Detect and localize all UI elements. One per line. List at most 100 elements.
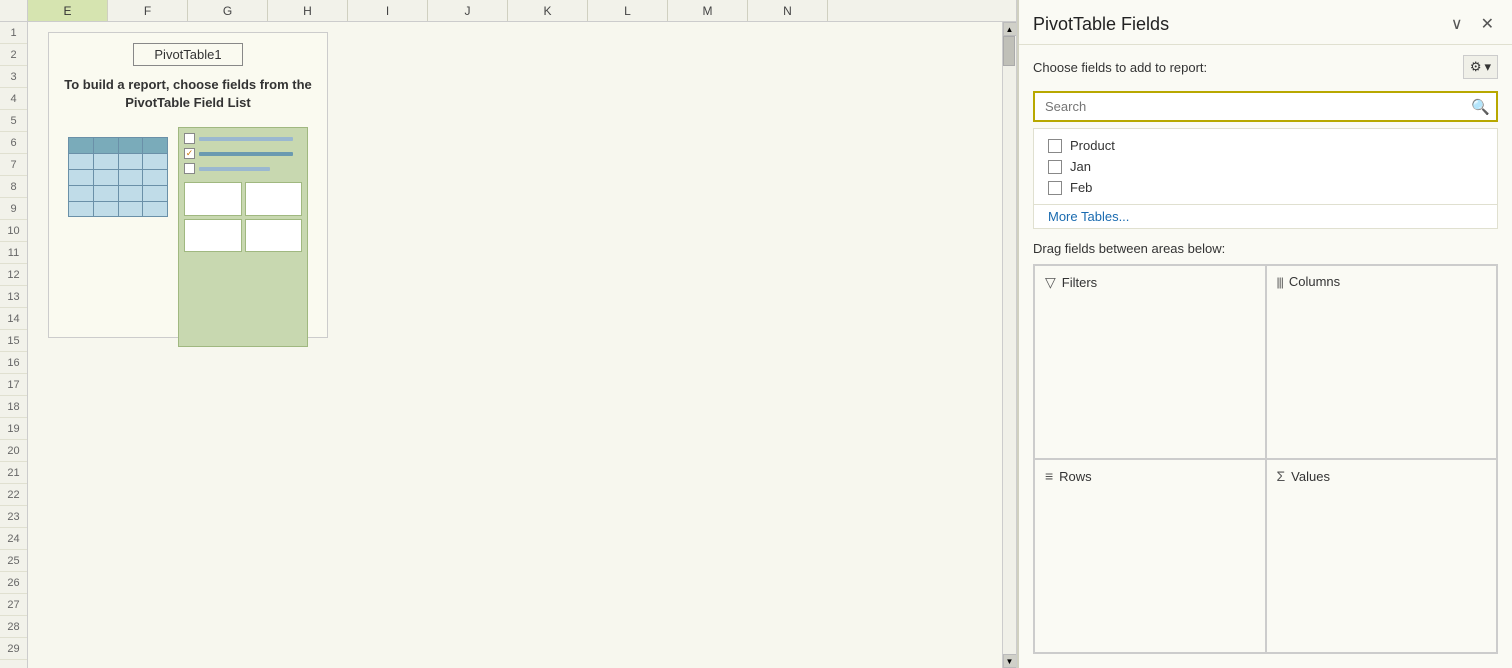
columns-icon: ||| xyxy=(1277,275,1283,289)
filters-icon: ▽ xyxy=(1045,274,1056,291)
row-num-26: 26 xyxy=(0,572,27,594)
grid-cells: PivotTable1 To build a report, choose fi… xyxy=(28,22,1002,668)
area-filters[interactable]: ▽ Filters xyxy=(1034,265,1266,459)
col-header-h[interactable]: H xyxy=(268,0,348,21)
pivot-instruction: To build a report, choose fields from th… xyxy=(59,76,317,112)
fields-list: Product Jan Feb xyxy=(1033,128,1498,205)
row-num-6: 6 xyxy=(0,132,27,154)
row-num-22: 22 xyxy=(0,484,27,506)
col-header-i[interactable]: I xyxy=(348,0,428,21)
columns-label: Columns xyxy=(1289,274,1340,289)
area-filters-header: ▽ Filters xyxy=(1045,274,1255,291)
row-num-9: 9 xyxy=(0,198,27,220)
illus-check-2: ✓ xyxy=(184,148,195,159)
search-icon-button[interactable]: 🔍 xyxy=(1471,98,1490,116)
col-header-k[interactable]: K xyxy=(508,0,588,21)
row-num-28: 28 xyxy=(0,616,27,638)
field-checkbox-feb[interactable] xyxy=(1048,181,1062,195)
gear-dropdown-icon: ▾ xyxy=(1484,59,1491,75)
field-item-product[interactable]: Product xyxy=(1048,135,1483,156)
pivot-panel-controls: ∨ ✕ xyxy=(1447,12,1498,36)
pivot-placeholder: PivotTable1 To build a report, choose fi… xyxy=(48,32,328,338)
illus-item-2: ✓ xyxy=(184,148,302,159)
area-values-header: Σ Values xyxy=(1277,468,1487,484)
grid-body: 1 2 3 4 5 6 7 8 9 10 11 12 13 14 15 16 1… xyxy=(0,22,1016,668)
area-rows[interactable]: ≡ Rows xyxy=(1034,459,1266,653)
pivot-table-title: PivotTable1 xyxy=(133,43,242,66)
grid-container: E F G H I J K L M N 1 2 3 4 5 6 7 8 9 xyxy=(0,0,1017,668)
field-checkbox-jan[interactable] xyxy=(1048,160,1062,174)
col-header-e[interactable]: E xyxy=(28,0,108,21)
col-header-n[interactable]: N xyxy=(748,0,828,21)
illus-item-3 xyxy=(184,163,302,174)
row-num-7: 7 xyxy=(0,154,27,176)
field-label-product: Product xyxy=(1070,138,1115,153)
col-header-m[interactable]: M xyxy=(668,0,748,21)
vertical-scrollbar[interactable]: ▲ ▼ xyxy=(1002,22,1016,668)
illus-check-3 xyxy=(184,163,195,174)
illus-check-1 xyxy=(184,133,195,144)
column-headers: E F G H I J K L M N xyxy=(0,0,1016,22)
row-num-15: 15 xyxy=(0,330,27,352)
close-button[interactable]: ✕ xyxy=(1477,12,1498,36)
search-box: 🔍 xyxy=(1033,91,1498,122)
row-num-25: 25 xyxy=(0,550,27,572)
row-num-10: 10 xyxy=(0,220,27,242)
gear-button[interactable]: ⚙ ▾ xyxy=(1463,55,1498,79)
row-num-16: 16 xyxy=(0,352,27,374)
values-body xyxy=(1277,488,1487,644)
rows-body xyxy=(1045,488,1255,644)
row-numbers: 1 2 3 4 5 6 7 8 9 10 11 12 13 14 15 16 1… xyxy=(0,22,28,668)
values-label: Values xyxy=(1291,469,1330,484)
area-columns[interactable]: ||| Columns xyxy=(1266,265,1498,459)
field-label-jan: Jan xyxy=(1070,159,1091,174)
row-num-20: 20 xyxy=(0,440,27,462)
subtitle-text: Choose fields to add to report: xyxy=(1033,60,1207,75)
col-header-l[interactable]: L xyxy=(588,0,668,21)
scroll-track[interactable] xyxy=(1003,36,1016,654)
row-num-29: 29 xyxy=(0,638,27,660)
field-item-jan[interactable]: Jan xyxy=(1048,156,1483,177)
collapse-button[interactable]: ∨ xyxy=(1447,12,1467,36)
col-header-f[interactable]: F xyxy=(108,0,188,21)
row-num-19: 19 xyxy=(0,418,27,440)
illus-panel: ✓ xyxy=(178,127,308,347)
search-input[interactable] xyxy=(1035,93,1496,120)
rows-label: Rows xyxy=(1059,469,1092,484)
pivot-panel-header: PivotTable Fields ∨ ✕ xyxy=(1019,0,1512,45)
illus-bottom-grid xyxy=(184,182,302,252)
pivot-panel-title: PivotTable Fields xyxy=(1033,14,1169,35)
values-icon: Σ xyxy=(1277,468,1286,484)
row-num-1: 1 xyxy=(0,22,27,44)
row-num-4: 4 xyxy=(0,88,27,110)
scroll-thumb[interactable] xyxy=(1003,36,1015,66)
pivot-panel-subtitle: Choose fields to add to report: ⚙ ▾ xyxy=(1019,45,1512,87)
area-rows-header: ≡ Rows xyxy=(1045,468,1255,484)
row-num-14: 14 xyxy=(0,308,27,330)
field-checkbox-product[interactable] xyxy=(1048,139,1062,153)
row-num-8: 8 xyxy=(0,176,27,198)
pivot-fields-panel: PivotTable Fields ∨ ✕ Choose fields to a… xyxy=(1017,0,1512,668)
scroll-up-arrow[interactable]: ▲ xyxy=(1003,22,1017,36)
rows-icon: ≡ xyxy=(1045,468,1053,484)
spreadsheet-area: E F G H I J K L M N 1 2 3 4 5 6 7 8 9 xyxy=(0,0,1512,668)
illus-table xyxy=(68,137,168,217)
pivot-illustration: ✓ xyxy=(68,127,308,327)
row-num-12: 12 xyxy=(0,264,27,286)
field-item-feb[interactable]: Feb xyxy=(1048,177,1483,198)
col-header-j[interactable]: J xyxy=(428,0,508,21)
field-label-feb: Feb xyxy=(1070,180,1092,195)
drag-instruction: Drag fields between areas below: xyxy=(1019,229,1512,264)
row-num-3: 3 xyxy=(0,66,27,88)
area-values[interactable]: Σ Values xyxy=(1266,459,1498,653)
columns-body xyxy=(1277,293,1487,450)
col-header-g[interactable]: G xyxy=(188,0,268,21)
scroll-down-arrow[interactable]: ▼ xyxy=(1003,654,1017,668)
row-num-18: 18 xyxy=(0,396,27,418)
row-num-17: 17 xyxy=(0,374,27,396)
areas-grid: ▽ Filters ||| Columns ≡ Rows xyxy=(1033,264,1498,654)
illus-item-1 xyxy=(184,133,302,144)
more-tables-link[interactable]: More Tables... xyxy=(1048,209,1129,224)
row-num-23: 23 xyxy=(0,506,27,528)
area-columns-header: ||| Columns xyxy=(1277,274,1487,289)
